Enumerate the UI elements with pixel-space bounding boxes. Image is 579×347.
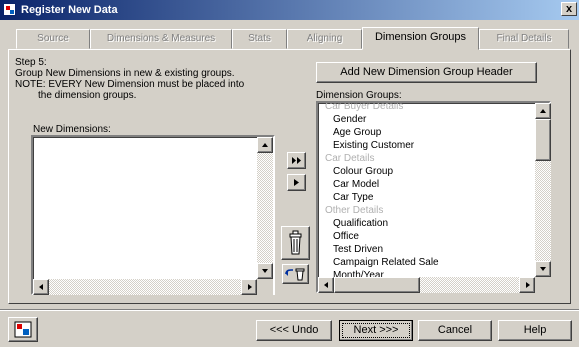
scroll-thumb[interactable] — [334, 277, 420, 293]
scroll-right-button[interactable] — [241, 279, 257, 295]
dimension-item[interactable]: Car Type — [333, 192, 373, 203]
up-arrow-icon — [540, 109, 546, 113]
move-one-button[interactable] — [287, 174, 306, 191]
help-button[interactable]: Help — [498, 320, 572, 341]
dimension-item[interactable]: Car Model — [333, 179, 379, 190]
dimension-item[interactable]: Colour Group — [333, 166, 393, 177]
cancel-button[interactable]: Cancel — [418, 320, 492, 341]
undo-trash-icon — [285, 268, 305, 281]
scroll-corner — [535, 277, 551, 293]
move-all-button[interactable] — [287, 152, 306, 169]
left-arrow-icon — [39, 284, 43, 290]
title-bar: Register New Data x — [0, 0, 579, 20]
undo-button[interactable]: <<< Undo — [256, 320, 332, 341]
scroll-left-button[interactable] — [33, 279, 49, 295]
trash-icon — [289, 230, 302, 255]
footer-divider — [0, 309, 579, 311]
dimension-item[interactable]: Age Group — [333, 127, 381, 138]
dimension-groups-vscroll[interactable] — [535, 103, 551, 277]
dimension-item[interactable]: Gender — [333, 114, 366, 125]
scroll-down-button[interactable] — [535, 261, 551, 277]
close-button[interactable]: x — [561, 2, 577, 16]
dimension-group-header[interactable]: Car Details — [325, 153, 374, 164]
tab-strip: Source Dimensions & Measures Stats Align… — [16, 27, 569, 50]
step-description: Group New Dimensions in new & existing g… — [15, 68, 235, 79]
dimension-item[interactable]: Campaign Related Sale — [333, 257, 439, 268]
scroll-left-button[interactable] — [318, 277, 334, 293]
right-arrow-icon — [294, 179, 299, 186]
double-right-arrow-icon — [292, 157, 301, 164]
up-arrow-icon — [262, 143, 268, 147]
tab-dimensions-measures[interactable]: Dimensions & Measures — [90, 29, 232, 49]
dimension-item[interactable]: Existing Customer — [333, 140, 414, 151]
tab-dimension-groups[interactable]: Dimension Groups — [362, 27, 479, 50]
scroll-corner — [257, 279, 273, 295]
scroll-down-button[interactable] — [257, 263, 273, 279]
tab-final-details[interactable]: Final Details — [479, 29, 569, 49]
next-button[interactable]: Next >>> — [339, 320, 413, 341]
new-dimensions-list[interactable] — [31, 135, 275, 295]
tab-aligning[interactable]: Aligning — [287, 29, 362, 49]
scroll-right-button[interactable] — [519, 277, 535, 293]
tab-source[interactable]: Source — [16, 29, 90, 49]
window-title: Register New Data — [21, 4, 118, 16]
add-group-header-button[interactable]: Add New Dimension Group Header — [316, 62, 537, 83]
dimension-groups-hscroll[interactable] — [318, 277, 535, 293]
delete-button[interactable] — [281, 226, 310, 260]
instructions: Step 5: Group New Dimensions in new & ex… — [15, 57, 244, 101]
dimension-item[interactable]: Test Driven — [333, 244, 383, 255]
dimension-groups-label: Dimension Groups: — [316, 90, 402, 101]
scroll-up-button[interactable] — [257, 137, 273, 153]
left-arrow-icon — [324, 282, 328, 288]
dimension-item[interactable]: Office — [333, 231, 359, 242]
new-dimensions-label: New Dimensions: — [33, 124, 111, 135]
scroll-thumb[interactable] — [535, 119, 551, 161]
right-arrow-icon — [526, 282, 530, 288]
scroll-up-button[interactable] — [535, 103, 551, 119]
down-arrow-icon — [540, 267, 546, 271]
down-arrow-icon — [262, 269, 268, 273]
app-icon — [3, 3, 16, 16]
tab-stats[interactable]: Stats — [232, 29, 287, 49]
dimension-groups-list[interactable]: Car Buyer Details Gender Age Group Existing… — [316, 101, 551, 293]
new-dimensions-hscroll[interactable] — [33, 279, 257, 295]
dimension-group-header[interactable]: Other Details — [325, 205, 383, 216]
app-icon — [14, 321, 32, 338]
dimension-item[interactable]: Qualification — [333, 218, 388, 229]
step-heading: Step 5: — [15, 57, 47, 68]
dimension-group-header[interactable]: Car Buyer Details — [325, 103, 403, 112]
step-note: NOTE: EVERY New Dimension must be placed… — [15, 79, 245, 90]
new-dimensions-vscroll[interactable] — [257, 137, 273, 279]
undo-delete-button[interactable] — [282, 264, 309, 284]
dimension-groups-items: Car Buyer Details Gender Age Group Existing… — [318, 103, 533, 283]
step-note-continued: the dimension groups. — [38, 90, 137, 101]
app-menu-button[interactable] — [8, 317, 38, 342]
right-arrow-icon — [248, 284, 252, 290]
